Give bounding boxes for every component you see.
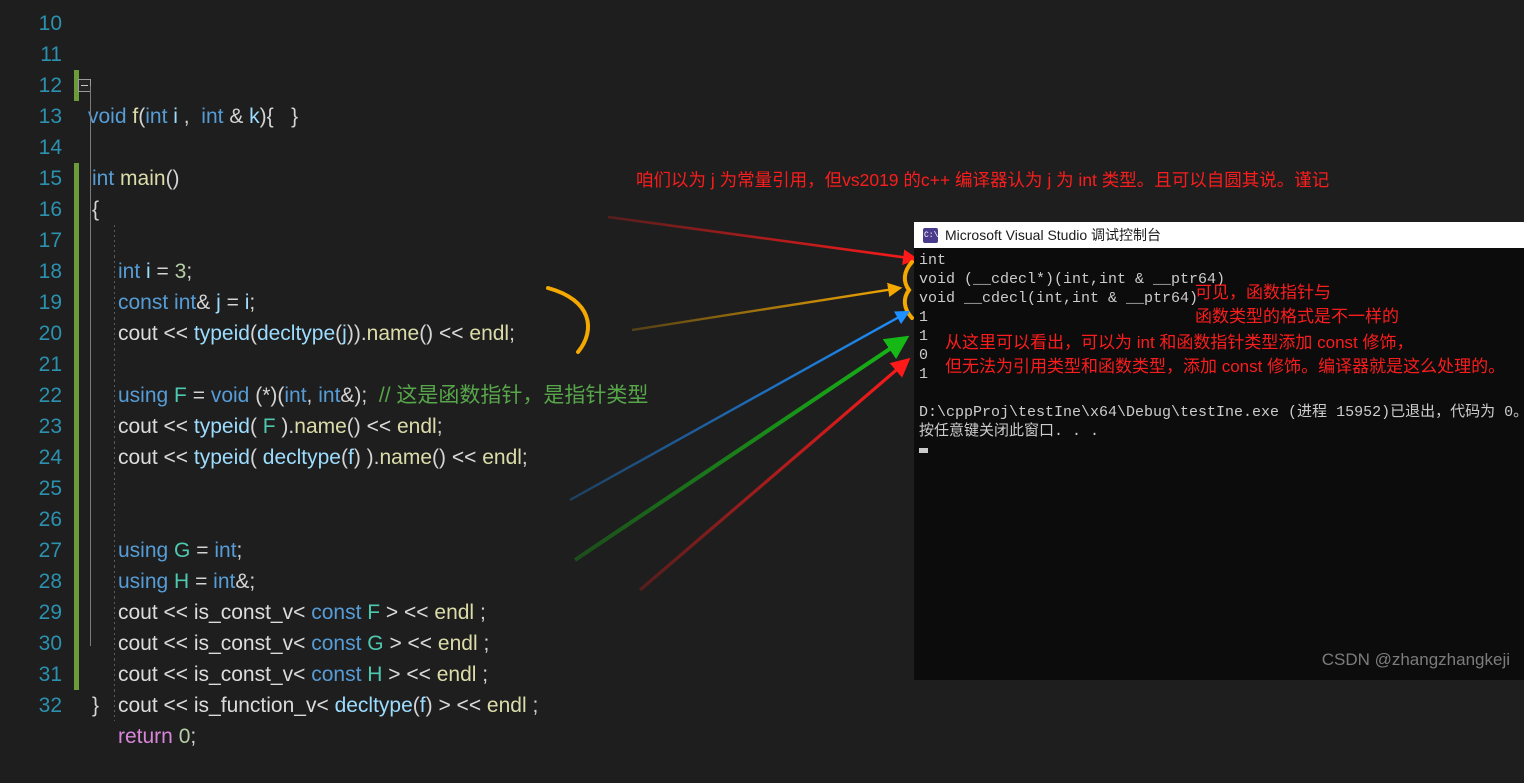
code-line-10[interactable]: 10 — [0, 0, 62, 35]
indent-guide — [114, 566, 115, 597]
code-text: using G = int; — [118, 539, 243, 562]
code-line-11[interactable]: 11 void f(int i , int & k){ } — [0, 8, 298, 128]
code-line-23[interactable]: 23 — [0, 380, 115, 504]
code-text: cout << typeid( decltype(f) ).name() << … — [118, 446, 528, 469]
line-number: 32 — [38, 694, 62, 717]
code-line-21[interactable]: 21 cout << typeid( decltype(f) ).name() … — [0, 318, 528, 469]
indent-guide — [114, 349, 115, 380]
code-line-15[interactable]: 15 int i = 3; — [0, 132, 193, 283]
code-text: return 0; — [118, 725, 197, 748]
code-line-29[interactable]: 29 cout << is_function_v< decltype(f) > … — [0, 566, 539, 717]
indent-guide — [114, 442, 115, 473]
code-editor[interactable]: 10 11 void f(int i , int & k){ } 12 13 i… — [0, 0, 915, 748]
code-text: cout << typeid(decltype(j)).name() << en… — [118, 322, 515, 345]
code-text: using H = int&; — [118, 570, 256, 593]
change-bar — [74, 194, 79, 225]
csdn-watermark: CSDN @zhangzhangkeji — [1321, 650, 1510, 669]
annotation-pointer-note-line1: 可见，函数指针与 — [1195, 283, 1331, 302]
indent-guide — [114, 535, 115, 566]
console-window-icon — [923, 227, 938, 243]
code-line-26[interactable]: 26 cout << is_const_v< const F > << endl… — [0, 473, 486, 624]
console-line: 1 — [919, 366, 929, 383]
code-line-32[interactable]: 32 — [0, 659, 62, 717]
console-line-press-key: 按任意键关闭此窗口. . . — [919, 423, 1100, 440]
annotation-const-note-line1: 从这里可以看出，可以为 int 和函数指针类型添加 const 修饰， — [945, 333, 1414, 352]
annotation-pointer-note-line2: 函数类型的格式是不一样的 — [1195, 307, 1399, 326]
code-text: using F = void (*)(int, int&); // 这是函数指针… — [118, 384, 649, 407]
console-line: void (__cdecl*)(int,int & __ptr64) — [919, 271, 1226, 288]
change-bar — [74, 504, 79, 535]
screenshot-root: 10 11 void f(int i , int & k){ } 12 13 i… — [0, 0, 1524, 748]
console-title-text: Microsoft Visual Studio 调试控制台 — [945, 227, 1162, 243]
change-bar — [74, 287, 79, 318]
code-text: cout << is_function_v< decltype(f) > << … — [118, 694, 539, 717]
code-line-20[interactable]: 20 cout << typeid( F ).name() << endl; — [0, 287, 443, 438]
change-bar — [74, 566, 79, 597]
indent-guide — [114, 628, 115, 659]
change-bar — [74, 318, 79, 349]
change-bar — [74, 349, 79, 380]
code-text: const int& j = i; — [118, 291, 256, 314]
code-line-22[interactable]: 22 — [0, 349, 115, 473]
change-bar — [74, 225, 79, 256]
change-bar — [74, 256, 79, 287]
console-line: int — [919, 252, 947, 269]
indent-guide — [114, 225, 115, 256]
code-line-31[interactable]: 31 } — [0, 628, 99, 717]
code-text: cout << is_const_v< const G > << endl ; — [118, 632, 490, 655]
change-bar — [74, 535, 79, 566]
console-line-exit-path: D:\cppProj\testIne\x64\Debug\testIne.exe… — [919, 404, 1524, 421]
code-line-27[interactable]: 27 cout << is_const_v< const G > << endl… — [0, 504, 490, 655]
console-title-bar[interactable]: Microsoft Visual Studio 调试控制台 — [914, 222, 1524, 248]
code-text: cout << is_const_v< const H > << endl ; — [118, 663, 489, 686]
code-line-17[interactable]: 17 cout << typeid(decltype(j)).name() <<… — [0, 194, 515, 345]
indent-guide — [114, 287, 115, 318]
code-text: cout << typeid( F ).name() << endl; — [118, 415, 443, 438]
change-bar — [74, 442, 79, 473]
indent-guide — [114, 318, 115, 349]
indent-guide — [114, 473, 115, 504]
indent-guide — [114, 659, 115, 690]
scope-guide-line — [90, 86, 91, 646]
inline-comment: // 这是函数指针，是指针类型 — [378, 384, 649, 407]
code-text: cout << is_const_v< const F > << endl ; — [118, 601, 486, 624]
code-text: int i = 3; — [118, 260, 193, 283]
change-bar — [74, 163, 79, 194]
code-line-13[interactable]: 13 int main() — [0, 70, 180, 190]
code-line-28[interactable]: 28 cout << is_const_v< const H > << endl… — [0, 535, 488, 686]
indent-guide — [114, 411, 115, 442]
indent-guide — [114, 690, 115, 721]
annotation-const-note-line2: 但无法为引用类型和函数类型，添加 const 修饰。编译器就是这么处理的。 — [945, 357, 1506, 376]
code-line-24[interactable]: 24 using G = int; — [0, 411, 243, 562]
change-bar — [74, 411, 79, 442]
code-text: { — [92, 198, 100, 221]
change-bar — [74, 597, 79, 628]
code-text: } — [92, 694, 100, 717]
console-cursor — [919, 448, 928, 453]
console-line: 0 — [919, 347, 929, 364]
console-line: void __cdecl(int,int & __ptr64) — [919, 290, 1199, 307]
change-bar — [74, 628, 79, 659]
indent-guide — [114, 256, 115, 287]
change-bar — [74, 473, 79, 504]
code-line-14[interactable]: 14 { — [0, 101, 99, 221]
code-text: void f(int i , int & k){ } — [88, 105, 299, 128]
indent-guide — [114, 504, 115, 535]
code-line-19[interactable]: 19 using F = void (*)(int, int&); // 这是函… — [0, 256, 649, 407]
code-line-25[interactable]: 25 using H = int&; — [0, 442, 256, 593]
indent-guide — [114, 380, 115, 411]
change-bar — [74, 659, 79, 690]
code-text: int main() — [92, 167, 180, 190]
console-line: 1 — [919, 328, 929, 345]
annotation-top-note: 咱们以为 j 为常量引用，但vs2019 的c++ 编译器认为 j 为 int … — [636, 170, 1330, 190]
debug-console-window[interactable]: Microsoft Visual Studio 调试控制台 int void (… — [914, 222, 1524, 680]
code-line-12[interactable]: 12 — [0, 39, 62, 97]
code-line-30[interactable]: 30 return 0; — [0, 597, 197, 748]
change-bar — [74, 380, 79, 411]
code-line-18[interactable]: 18 — [0, 225, 115, 349]
code-line-16[interactable]: 16 const int& j = i; — [0, 163, 256, 314]
console-line: 1 — [919, 309, 929, 326]
indent-guide — [114, 597, 115, 628]
